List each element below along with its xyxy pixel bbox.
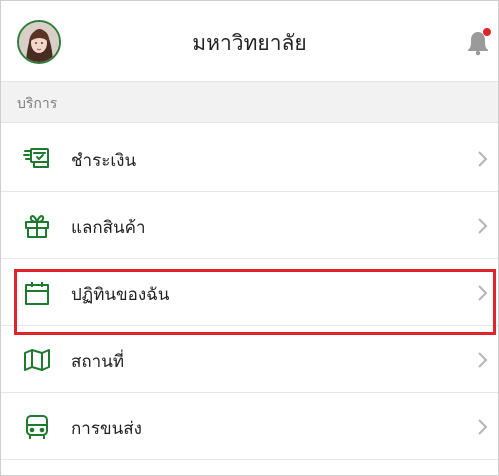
menu-item-label: แลกสินค้า xyxy=(71,218,146,238)
chevron-right-icon xyxy=(477,284,489,302)
notification-bell-icon[interactable] xyxy=(463,25,493,59)
calendar-icon xyxy=(23,279,51,307)
menu-item-label: ปฏิทินของฉัน xyxy=(71,285,170,305)
app-header: มหาวิทยาลัย xyxy=(1,1,498,81)
chevron-right-icon xyxy=(477,351,489,369)
menu-item-redeem[interactable]: แลกสินค้า xyxy=(1,192,498,259)
chevron-right-icon xyxy=(477,217,489,235)
map-icon xyxy=(23,346,51,374)
services-section-header: บริการ xyxy=(1,81,498,123)
chevron-right-icon xyxy=(477,418,489,436)
menu-item-places[interactable]: สถานที่ xyxy=(1,326,498,393)
section-label: บริการ xyxy=(17,96,58,112)
bus-icon xyxy=(23,413,51,441)
gift-icon xyxy=(23,212,51,240)
chevron-right-icon xyxy=(477,150,489,168)
menu-item-label: การขนส่ง xyxy=(71,419,142,439)
menu-item-transport[interactable]: การขนส่ง xyxy=(1,393,498,460)
menu-item-label: สถานที่ xyxy=(71,352,125,372)
payment-icon xyxy=(23,145,51,173)
notification-dot xyxy=(483,28,491,36)
menu-item-label: ชำระเงิน xyxy=(71,151,137,171)
page-title: มหาวิทยาลัย xyxy=(192,31,307,55)
menu-item-my-calendar[interactable]: ปฏิทินของฉัน xyxy=(1,259,498,326)
app-screen: มหาวิทยาลัย บริการ ชำระเงิน แลกสินค้า ปฏ… xyxy=(0,0,499,476)
menu-item-payment[interactable]: ชำระเงิน xyxy=(1,125,498,192)
